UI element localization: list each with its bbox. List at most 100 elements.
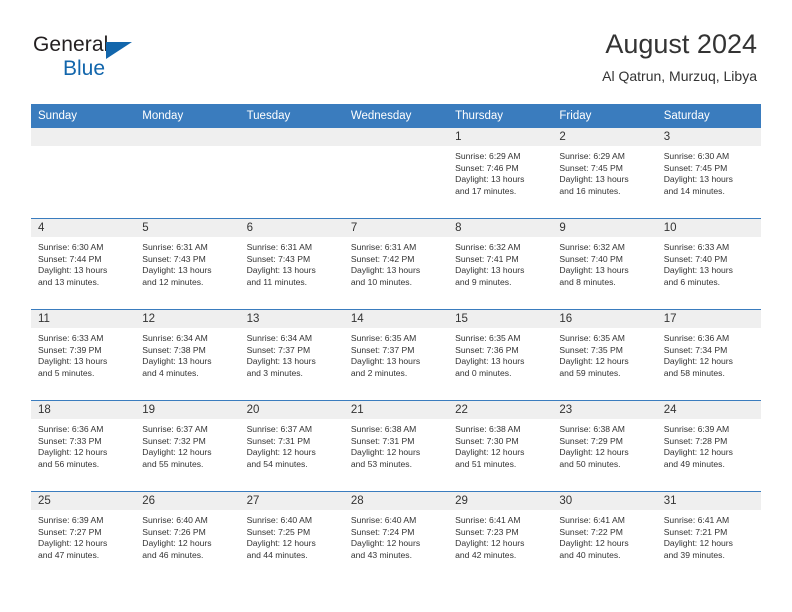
weekday-header-thursday: Thursday — [448, 104, 553, 128]
triangle-icon — [106, 42, 132, 59]
sunset-text: Sunset: 7:40 PM — [559, 253, 623, 264]
sunset-text: Sunset: 7:22 PM — [559, 526, 623, 537]
calendar-day-cell[interactable]: 14 Sunrise: 6:35 AM Sunset: 7:37 PM Dayligh… — [343, 309, 449, 401]
sunrise-text: Sunrise: 6:30 AM — [38, 242, 104, 252]
sunset-text: Sunset: 7:41 PM — [455, 253, 519, 264]
day-sun-info: Sunrise: 6:30 AM Sunset: 7:44 PM Daylight:… — [31, 237, 135, 288]
sunset-text: Sunset: 7:43 PM — [246, 253, 311, 264]
calendar-day-cell[interactable]: 26 Sunrise: 6:40 AM Sunset: 7:26 PM Dayligh… — [135, 491, 240, 582]
day-number: 27 — [239, 492, 344, 510]
daylight-text-line1: Daylight: 13 hours — [455, 174, 525, 185]
day-number: 11 — [31, 310, 136, 328]
calendar-body: 1 Sunrise: 6:29 AM Sunset: 7:46 PM Daylight… — [31, 127, 761, 582]
daylight-text-line1: Daylight: 12 hours — [455, 447, 525, 458]
calendar-day-cell[interactable]: 15 Sunrise: 6:35 AM Sunset: 7:36 PM Dayligh… — [448, 309, 553, 401]
sunrise-text: Sunrise: 6:35 AM — [350, 333, 417, 343]
sunset-text: Sunset: 7:42 PM — [350, 253, 415, 264]
calendar-day-cell[interactable]: 20 Sunrise: 6:37 AM Sunset: 7:31 PM Dayligh… — [239, 400, 344, 492]
day-sun-info: Sunrise: 6:33 AM Sunset: 7:40 PM Daylight:… — [657, 237, 761, 288]
daylight-text-line1: Daylight: 13 hours — [663, 265, 733, 276]
weekday-header-tuesday: Tuesday — [239, 104, 344, 128]
daylight-text-line2: and 10 minutes. — [350, 276, 412, 287]
calendar-day-cell[interactable]: 27 Sunrise: 6:40 AM Sunset: 7:25 PM Dayligh… — [239, 491, 344, 582]
calendar-day-cell[interactable]: 30 Sunrise: 6:41 AM Sunset: 7:22 PM Dayligh… — [552, 491, 657, 582]
calendar-day-cell[interactable]: 16 Sunrise: 6:35 AM Sunset: 7:35 PM Dayligh… — [552, 309, 657, 401]
daylight-text-line1: Daylight: 12 hours — [350, 538, 421, 549]
day-sun-info: Sunrise: 6:37 AM Sunset: 7:31 PM Daylight:… — [240, 419, 344, 470]
day-number — [343, 128, 449, 146]
day-number: 29 — [448, 492, 553, 510]
calendar-day-cell[interactable]: 21 Sunrise: 6:38 AM Sunset: 7:31 PM Dayligh… — [343, 400, 449, 492]
sunset-text: Sunset: 7:34 PM — [663, 344, 728, 355]
daylight-text-line2: and 54 minutes. — [246, 458, 308, 469]
calendar-day-cell[interactable]: 7 Sunrise: 6:31 AM Sunset: 7:42 PM Daylight… — [343, 218, 449, 310]
sunset-text: Sunset: 7:23 PM — [455, 526, 519, 537]
calendar-day-cell[interactable]: 19 Sunrise: 6:37 AM Sunset: 7:32 PM Dayligh… — [135, 400, 240, 492]
daylight-text-line2: and 47 minutes. — [38, 549, 100, 560]
daylight-text-line2: and 4 minutes. — [142, 367, 199, 378]
calendar-day-cell[interactable]: 4 Sunrise: 6:30 AM Sunset: 7:44 PM Daylight… — [31, 218, 136, 310]
title-block: August 2024 Al Qatrun, Murzuq, Libya — [602, 28, 757, 86]
calendar-day-cell[interactable]: 17 Sunrise: 6:36 AM Sunset: 7:34 PM Dayligh… — [656, 309, 761, 401]
sunset-text: Sunset: 7:31 PM — [350, 435, 415, 446]
page-header: General Blue August 2024 Al Qatrun, Murz… — [0, 0, 792, 100]
daylight-text-line2: and 2 minutes. — [350, 367, 408, 378]
sunrise-text: Sunrise: 6:36 AM — [663, 333, 730, 343]
sunrise-text: Sunrise: 6:32 AM — [455, 242, 521, 252]
calendar-day-cell[interactable]: 5 Sunrise: 6:31 AM Sunset: 7:43 PM Daylight… — [135, 218, 240, 310]
calendar-day-cell[interactable]: 23 Sunrise: 6:38 AM Sunset: 7:29 PM Dayligh… — [552, 400, 657, 492]
day-number: 25 — [31, 492, 136, 510]
day-number: 24 — [656, 401, 761, 419]
calendar-day-cell[interactable]: 24 Sunrise: 6:39 AM Sunset: 7:28 PM Dayligh… — [656, 400, 761, 492]
sunset-text: Sunset: 7:39 PM — [38, 344, 102, 355]
calendar-day-cell[interactable]: 25 Sunrise: 6:39 AM Sunset: 7:27 PM Dayligh… — [31, 491, 136, 582]
daylight-text-line1: Daylight: 12 hours — [38, 538, 108, 549]
day-sun-info: Sunrise: 6:41 AM Sunset: 7:21 PM Daylight:… — [657, 510, 761, 561]
sunrise-text: Sunrise: 6:31 AM — [142, 242, 208, 252]
daylight-text-line2: and 44 minutes. — [246, 549, 308, 560]
calendar-day-cell[interactable]: 6 Sunrise: 6:31 AM Sunset: 7:43 PM Daylight… — [239, 218, 344, 310]
calendar-day-cell[interactable]: 18 Sunrise: 6:36 AM Sunset: 7:33 PM Dayligh… — [31, 400, 136, 492]
sunrise-text: Sunrise: 6:33 AM — [38, 333, 104, 343]
calendar-day-cell[interactable]: 12 Sunrise: 6:34 AM Sunset: 7:38 PM Dayligh… — [135, 309, 240, 401]
daylight-text-line1: Daylight: 13 hours — [455, 265, 525, 276]
sunset-text: Sunset: 7:45 PM — [663, 162, 728, 173]
daylight-text-line1: Daylight: 13 hours — [350, 265, 421, 276]
day-sun-info: Sunrise: 6:32 AM Sunset: 7:40 PM Daylight:… — [552, 237, 656, 288]
daylight-text-line2: and 58 minutes. — [663, 367, 725, 378]
calendar-day-cell[interactable]: 11 Sunrise: 6:33 AM Sunset: 7:39 PM Dayligh… — [31, 309, 136, 401]
calendar-day-cell[interactable]: 28 Sunrise: 6:40 AM Sunset: 7:24 PM Dayligh… — [343, 491, 449, 582]
daylight-text-line1: Daylight: 13 hours — [350, 356, 421, 367]
calendar-day-cell[interactable]: 22 Sunrise: 6:38 AM Sunset: 7:30 PM Dayligh… — [448, 400, 553, 492]
day-number — [239, 128, 344, 146]
calendar-day-cell[interactable]: 8 Sunrise: 6:32 AM Sunset: 7:41 PM Daylight… — [448, 218, 553, 310]
calendar-day-cell[interactable]: 1 Sunrise: 6:29 AM Sunset: 7:46 PM Daylight… — [448, 127, 553, 219]
daylight-text-line1: Daylight: 12 hours — [350, 447, 421, 458]
brand-name-blue: Blue — [63, 57, 106, 80]
sunrise-text: Sunrise: 6:41 AM — [663, 515, 730, 525]
calendar-header-row: Sunday Monday Tuesday Wednesday Thursday… — [31, 104, 761, 128]
day-sun-info: Sunrise: 6:30 AM Sunset: 7:45 PM Daylight:… — [657, 146, 761, 197]
sunset-text: Sunset: 7:24 PM — [350, 526, 415, 537]
daylight-text-line1: Daylight: 12 hours — [455, 538, 525, 549]
sunset-text: Sunset: 7:32 PM — [142, 435, 206, 446]
calendar-day-cell-empty — [239, 127, 344, 219]
calendar-day-cell[interactable]: 29 Sunrise: 6:41 AM Sunset: 7:23 PM Dayligh… — [448, 491, 553, 582]
calendar-day-cell[interactable]: 10 Sunrise: 6:33 AM Sunset: 7:40 PM Dayligh… — [656, 218, 761, 310]
calendar-day-cell[interactable]: 13 Sunrise: 6:34 AM Sunset: 7:37 PM Dayligh… — [239, 309, 344, 401]
sunset-text: Sunset: 7:29 PM — [559, 435, 623, 446]
weekday-header-friday: Friday — [552, 104, 657, 128]
daylight-text-line1: Daylight: 13 hours — [455, 356, 525, 367]
day-sun-info: Sunrise: 6:34 AM Sunset: 7:38 PM Daylight:… — [135, 328, 239, 379]
calendar-day-cell[interactable]: 9 Sunrise: 6:32 AM Sunset: 7:40 PM Daylight… — [552, 218, 657, 310]
page-title: August 2024 — [605, 29, 757, 59]
day-number: 12 — [135, 310, 240, 328]
calendar-day-cell[interactable]: 2 Sunrise: 6:29 AM Sunset: 7:45 PM Daylight… — [552, 127, 657, 219]
calendar-day-cell[interactable]: 3 Sunrise: 6:30 AM Sunset: 7:45 PM Daylight… — [656, 127, 761, 219]
sunset-text: Sunset: 7:26 PM — [142, 526, 206, 537]
day-sun-info: Sunrise: 6:39 AM Sunset: 7:28 PM Daylight:… — [657, 419, 761, 470]
day-sun-info: Sunrise: 6:41 AM Sunset: 7:23 PM Daylight:… — [448, 510, 552, 561]
sunrise-text: Sunrise: 6:34 AM — [246, 333, 313, 343]
calendar-day-cell[interactable]: 31 Sunrise: 6:41 AM Sunset: 7:21 PM Dayligh… — [656, 491, 761, 582]
day-sun-info: Sunrise: 6:38 AM Sunset: 7:29 PM Daylight:… — [552, 419, 656, 470]
